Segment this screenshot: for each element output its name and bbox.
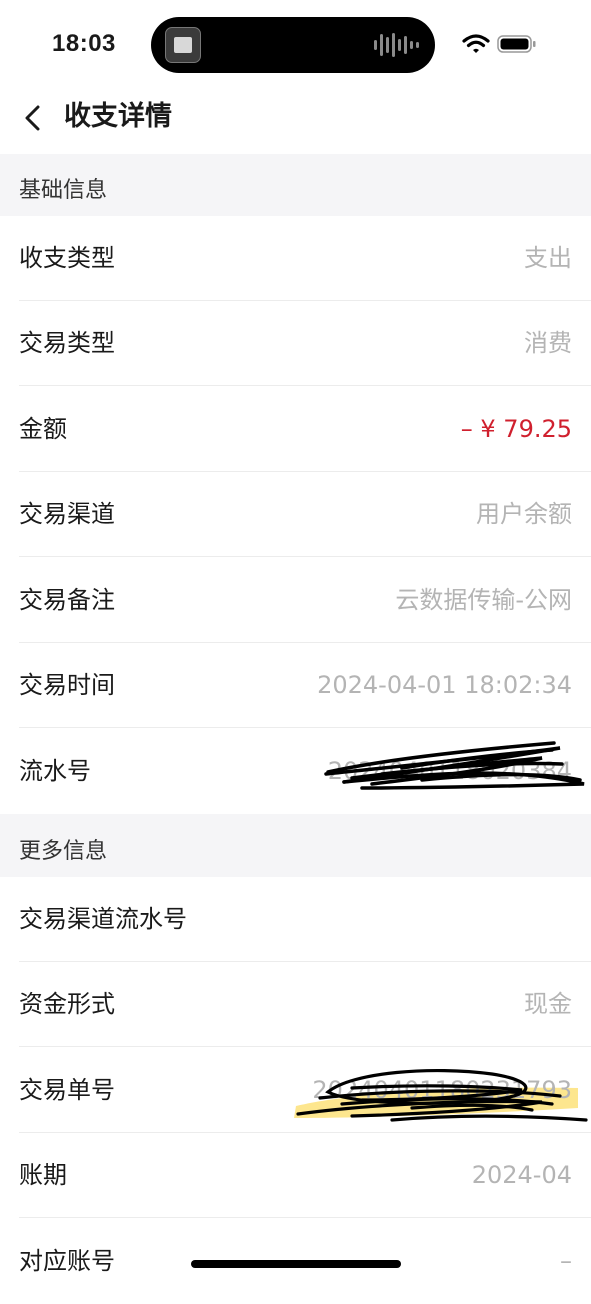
row-serial-number: 流水号 2024040118020384	[0, 729, 591, 814]
row-label: 金额	[19, 415, 67, 443]
row-transaction-remark: 交易备注 云数据传输-公网	[0, 558, 591, 643]
divider	[19, 1046, 591, 1047]
row-order-number: 交易单号 20240401180231793	[0, 1048, 591, 1133]
row-transaction-time: 交易时间 2024-04-01 18:02:34	[0, 643, 591, 728]
row-label: 收支类型	[19, 244, 115, 272]
amount-value: – ¥ 79.25	[460, 415, 572, 443]
divider	[19, 727, 591, 728]
row-label: 交易备注	[19, 586, 115, 614]
row-label: 账期	[19, 1161, 67, 1189]
row-fund-form: 资金形式 现金	[0, 962, 591, 1047]
battery-icon	[497, 35, 536, 53]
row-value: 2024-04-01 18:02:34	[317, 671, 572, 699]
row-value: 消费	[524, 329, 572, 357]
row-value: 20240401180231793	[312, 1076, 572, 1104]
row-label: 交易时间	[19, 671, 115, 699]
row-value: –	[560, 1247, 572, 1275]
section-header-basic-info: 基础信息	[0, 154, 591, 216]
row-label: 流水号	[19, 757, 91, 785]
now-playing-artwork-icon	[165, 27, 201, 63]
row-value: 2024040118020384	[327, 757, 572, 785]
divider	[19, 556, 591, 557]
row-value: 云数据传输-公网	[395, 586, 572, 614]
divider	[19, 1217, 591, 1218]
row-billing-period: 账期 2024-04	[0, 1133, 591, 1218]
dynamic-island[interactable]	[151, 17, 435, 73]
row-income-expense-type: 收支类型 支出	[0, 216, 591, 301]
row-value: 支出	[524, 244, 572, 272]
row-label: 交易类型	[19, 329, 115, 357]
row-value: 现金	[524, 990, 572, 1018]
row-label: 对应账号	[19, 1247, 115, 1275]
divider	[19, 385, 591, 386]
row-value: 2024-04	[471, 1161, 572, 1189]
audio-waveform-icon	[374, 33, 419, 57]
row-transaction-type: 交易类型 消费	[0, 301, 591, 386]
status-time: 18:03	[52, 30, 116, 57]
row-transaction-channel: 交易渠道 用户余额	[0, 472, 591, 557]
row-channel-serial-number: 交易渠道流水号	[0, 877, 591, 962]
row-label: 交易单号	[19, 1076, 115, 1104]
row-label: 交易渠道	[19, 500, 115, 528]
status-bar: 18:03	[0, 0, 591, 88]
wifi-icon	[462, 34, 490, 53]
home-indicator[interactable]	[191, 1260, 401, 1268]
page-title: 收支详情	[64, 101, 172, 132]
row-value: 用户余额	[476, 500, 572, 528]
chevron-left-icon[interactable]	[18, 102, 48, 134]
row-amount: 金额 – ¥ 79.25	[0, 387, 591, 472]
row-label: 交易渠道流水号	[19, 905, 187, 933]
navigation-bar: 收支详情	[0, 88, 591, 154]
row-label: 资金形式	[19, 990, 115, 1018]
section-header-more-info: 更多信息	[0, 814, 591, 877]
